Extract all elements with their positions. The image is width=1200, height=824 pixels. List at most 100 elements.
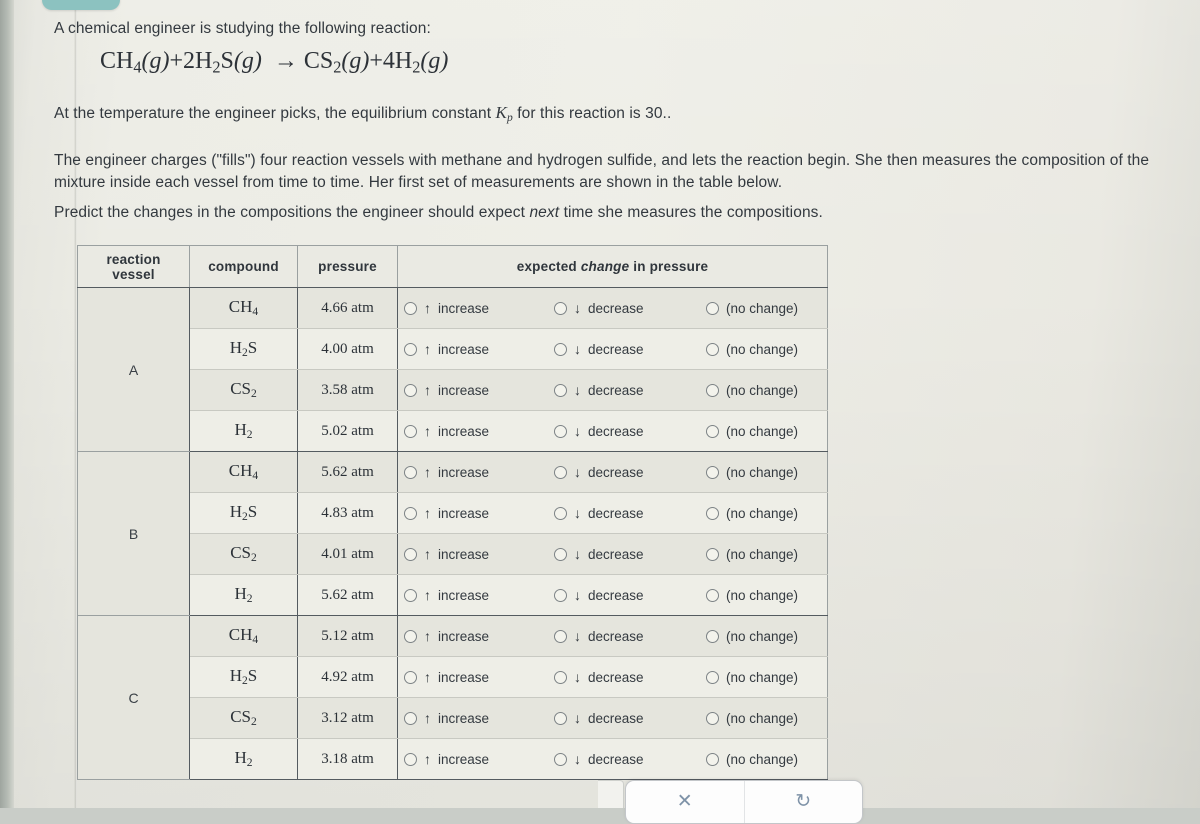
radio-button-decrease[interactable] bbox=[554, 465, 567, 479]
radio-option-decrease[interactable]: ↓ decrease bbox=[554, 670, 706, 685]
radio-label-increase: increase bbox=[438, 628, 490, 644]
radio-label-decrease: decrease bbox=[588, 382, 644, 398]
radio-option-increase[interactable]: ↑ increase bbox=[404, 506, 554, 521]
arrow-down-icon: ↓ bbox=[574, 628, 581, 644]
radio-button-increase[interactable] bbox=[404, 547, 417, 561]
radio-option-no-change[interactable]: (no change) bbox=[706, 301, 798, 316]
arrow-up-icon: ↑ bbox=[424, 382, 431, 398]
radio-button-increase[interactable] bbox=[404, 670, 417, 684]
table-row: C CH4 5.12 atm ↑ increase ↓ decrease (no change… bbox=[77, 615, 828, 780]
radio-option-increase[interactable]: ↑ increase bbox=[404, 752, 554, 767]
radio-option-decrease[interactable]: ↓ decrease bbox=[554, 547, 706, 562]
table-row: H2S 4.83 atm ↑ increase ↓ decrease (no change) bbox=[78, 492, 828, 534]
radio-option-no-change[interactable]: (no change) bbox=[706, 383, 798, 398]
radio-option-increase[interactable]: ↑ increase bbox=[404, 424, 554, 439]
equation-reactant-hydrogen-sulfide: 2H2S(g) bbox=[183, 48, 262, 77]
radio-button-decrease[interactable] bbox=[554, 342, 567, 356]
radio-option-no-change[interactable]: (no change) bbox=[706, 465, 798, 480]
arrow-down-icon: ↓ bbox=[574, 710, 581, 726]
radio-button-no-change[interactable] bbox=[706, 506, 719, 520]
radio-button-no-change[interactable] bbox=[706, 301, 719, 315]
radio-option-increase[interactable]: ↑ increase bbox=[404, 465, 554, 480]
radio-option-no-change[interactable]: (no change) bbox=[706, 629, 798, 644]
radio-label-decrease: decrease bbox=[588, 505, 644, 521]
radio-button-no-change[interactable] bbox=[706, 424, 719, 438]
radio-button-decrease[interactable] bbox=[554, 670, 567, 684]
radio-button-increase[interactable] bbox=[404, 588, 417, 602]
radio-option-decrease[interactable]: ↓ decrease bbox=[554, 752, 706, 767]
radio-option-decrease[interactable]: ↓ decrease bbox=[554, 342, 706, 357]
radio-button-decrease[interactable] bbox=[554, 383, 567, 397]
radio-option-decrease[interactable]: ↓ decrease bbox=[554, 383, 706, 398]
radio-button-increase[interactable] bbox=[404, 465, 417, 479]
radio-label-no-change: (no change) bbox=[726, 341, 799, 357]
radio-option-decrease[interactable]: ↓ decrease bbox=[554, 465, 706, 480]
radio-option-no-change[interactable]: (no change) bbox=[706, 752, 798, 767]
radio-button-decrease[interactable] bbox=[554, 752, 567, 766]
radio-button-increase[interactable] bbox=[404, 506, 417, 520]
radio-button-no-change[interactable] bbox=[706, 383, 719, 397]
equation-plus-2: + bbox=[369, 48, 383, 74]
radio-option-increase[interactable]: ↑ increase bbox=[404, 383, 554, 398]
radio-option-no-change[interactable]: (no change) bbox=[706, 506, 798, 521]
radio-button-no-change[interactable] bbox=[706, 342, 719, 356]
radio-button-no-change[interactable] bbox=[706, 670, 719, 684]
radio-button-no-change[interactable] bbox=[706, 629, 719, 643]
radio-button-no-change[interactable] bbox=[706, 711, 719, 725]
radio-button-decrease[interactable] bbox=[554, 588, 567, 602]
radio-option-decrease[interactable]: ↓ decrease bbox=[554, 711, 706, 726]
close-icon[interactable]: ✕ bbox=[626, 781, 744, 823]
expected-change-cell: ↑ increase ↓ decrease (no change) bbox=[397, 656, 828, 698]
radio-button-decrease[interactable] bbox=[554, 301, 567, 315]
bottom-bar-left-edge bbox=[598, 780, 624, 808]
radio-label-no-change: (no change) bbox=[726, 505, 799, 521]
radio-button-no-change[interactable] bbox=[706, 752, 719, 766]
radio-button-increase[interactable] bbox=[404, 424, 417, 438]
radio-label-increase: increase bbox=[438, 505, 490, 521]
radio-option-no-change[interactable]: (no change) bbox=[706, 711, 798, 726]
radio-option-increase[interactable]: ↑ increase bbox=[404, 711, 554, 726]
radio-option-increase[interactable]: ↑ increase bbox=[404, 629, 554, 644]
radio-button-decrease[interactable] bbox=[554, 629, 567, 643]
radio-option-no-change[interactable]: (no change) bbox=[706, 342, 798, 357]
radio-button-no-change[interactable] bbox=[706, 465, 719, 479]
expected-change-cell: ↑ increase ↓ decrease (no change) bbox=[397, 287, 828, 329]
radio-label-no-change: (no change) bbox=[726, 587, 799, 603]
radio-option-no-change[interactable]: (no change) bbox=[706, 424, 798, 439]
pressure-value: 4.01 atm bbox=[297, 533, 398, 575]
compound-formula: H2 bbox=[189, 738, 298, 780]
radio-option-no-change[interactable]: (no change) bbox=[706, 670, 798, 685]
radio-button-decrease[interactable] bbox=[554, 547, 567, 561]
expected-change-cell: ↑ increase ↓ decrease (no change) bbox=[397, 697, 828, 739]
radio-option-no-change[interactable]: (no change) bbox=[706, 588, 798, 603]
radio-option-increase[interactable]: ↑ increase bbox=[404, 670, 554, 685]
table-header: reaction vessel compound pressure expect… bbox=[77, 245, 828, 288]
radio-option-increase[interactable]: ↑ increase bbox=[404, 588, 554, 603]
radio-button-increase[interactable] bbox=[404, 711, 417, 725]
radio-option-increase[interactable]: ↑ increase bbox=[404, 342, 554, 357]
radio-button-no-change[interactable] bbox=[706, 588, 719, 602]
radio-option-decrease[interactable]: ↓ decrease bbox=[554, 588, 706, 603]
radio-button-increase[interactable] bbox=[404, 342, 417, 356]
radio-option-decrease[interactable]: ↓ decrease bbox=[554, 629, 706, 644]
radio-button-no-change[interactable] bbox=[706, 547, 719, 561]
header-vessel-line1: reaction bbox=[106, 251, 161, 267]
radio-option-no-change[interactable]: (no change) bbox=[706, 547, 798, 562]
radio-button-increase[interactable] bbox=[404, 383, 417, 397]
radio-label-no-change: (no change) bbox=[726, 546, 799, 562]
radio-option-increase[interactable]: ↑ increase bbox=[404, 547, 554, 562]
radio-option-decrease[interactable]: ↓ decrease bbox=[554, 506, 706, 521]
radio-label-no-change: (no change) bbox=[726, 382, 799, 398]
radio-option-increase[interactable]: ↑ increase bbox=[404, 301, 554, 316]
bottom-toolbar[interactable]: ✕ ↻ bbox=[625, 780, 863, 824]
radio-button-decrease[interactable] bbox=[554, 424, 567, 438]
radio-option-decrease[interactable]: ↓ decrease bbox=[554, 301, 706, 316]
radio-button-increase[interactable] bbox=[404, 629, 417, 643]
radio-option-decrease[interactable]: ↓ decrease bbox=[554, 424, 706, 439]
radio-button-increase[interactable] bbox=[404, 301, 417, 315]
radio-button-increase[interactable] bbox=[404, 752, 417, 766]
radio-button-decrease[interactable] bbox=[554, 506, 567, 520]
compound-formula: H2S bbox=[189, 492, 298, 534]
refresh-icon[interactable]: ↻ bbox=[745, 781, 863, 823]
radio-button-decrease[interactable] bbox=[554, 711, 567, 725]
